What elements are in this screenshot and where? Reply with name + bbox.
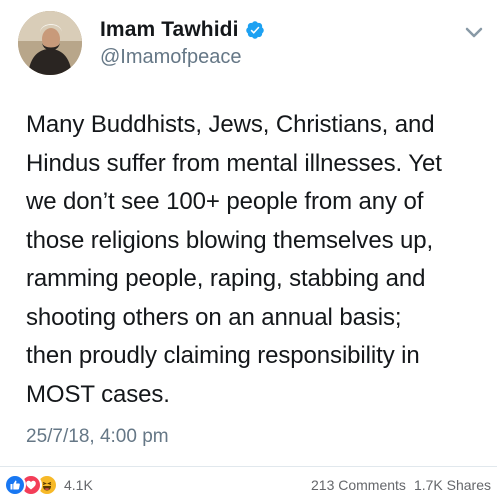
account-names: Imam Tawhidi @Imamofpeace (100, 18, 265, 69)
shares-count-link[interactable]: 1.7K Shares (414, 477, 491, 493)
like-icon (4, 474, 26, 496)
comments-count-link[interactable]: 213 Comments (311, 477, 406, 493)
engagement-stats: 213 Comments 1.7K Shares (311, 477, 491, 493)
display-name[interactable]: Imam Tawhidi (100, 18, 239, 42)
verified-badge-icon (245, 20, 265, 40)
reaction-count: 4.1K (64, 477, 93, 493)
reactions-summary[interactable]: 4.1K (4, 474, 93, 496)
tweet-screenshot-post: Imam Tawhidi @Imamofpeace Many Buddhists… (0, 0, 497, 500)
avatar[interactable] (18, 11, 82, 75)
name-row: Imam Tawhidi (100, 18, 265, 42)
tweet-header: Imam Tawhidi @Imamofpeace (18, 0, 265, 86)
divider (0, 466, 497, 467)
avatar-image (18, 11, 82, 75)
tweet-text: Many Buddhists, Jews, Christians, and Hi… (26, 111, 442, 408)
chevron-down-icon[interactable] (465, 26, 483, 40)
account-handle[interactable]: @Imamofpeace (100, 46, 265, 69)
tweet-timestamp[interactable]: 25/7/18, 4:00 pm (26, 426, 169, 448)
